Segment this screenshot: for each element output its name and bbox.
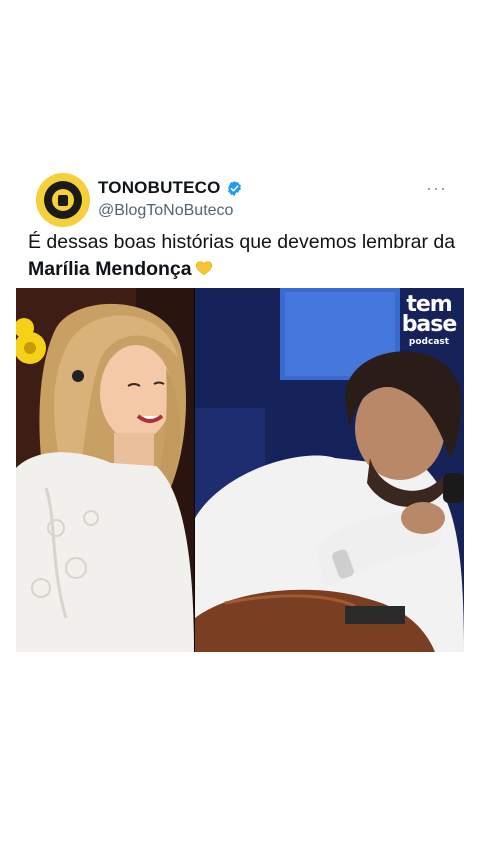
display-name[interactable]: TONOBUTECO [98, 178, 221, 198]
author-row: TONOBUTECO [98, 178, 243, 198]
user-handle[interactable]: @BlogToNoButeco [98, 202, 233, 220]
podcast-logo-base: base [401, 312, 458, 337]
avatar[interactable] [36, 173, 90, 227]
yellow-heart-icon [195, 261, 212, 276]
more-options-icon[interactable]: ··· [426, 178, 447, 199]
tweet-text-mention: Marília Mendonça [28, 258, 192, 280]
avatar-logo-icon [44, 181, 82, 219]
tweet-text: É dessas boas histórias que devemos lemb… [28, 229, 458, 283]
tweet-text-body: É dessas boas histórias que devemos lemb… [28, 231, 456, 253]
verified-badge-icon [227, 180, 241, 196]
podcast-logo: tem base podcast [399, 294, 459, 347]
photo-woman-image [16, 288, 194, 652]
photo-man-image: tem base podcast [195, 288, 464, 652]
podcast-logo-podcast: podcast [408, 337, 450, 347]
tweet-media[interactable]: tem base podcast [16, 288, 464, 652]
